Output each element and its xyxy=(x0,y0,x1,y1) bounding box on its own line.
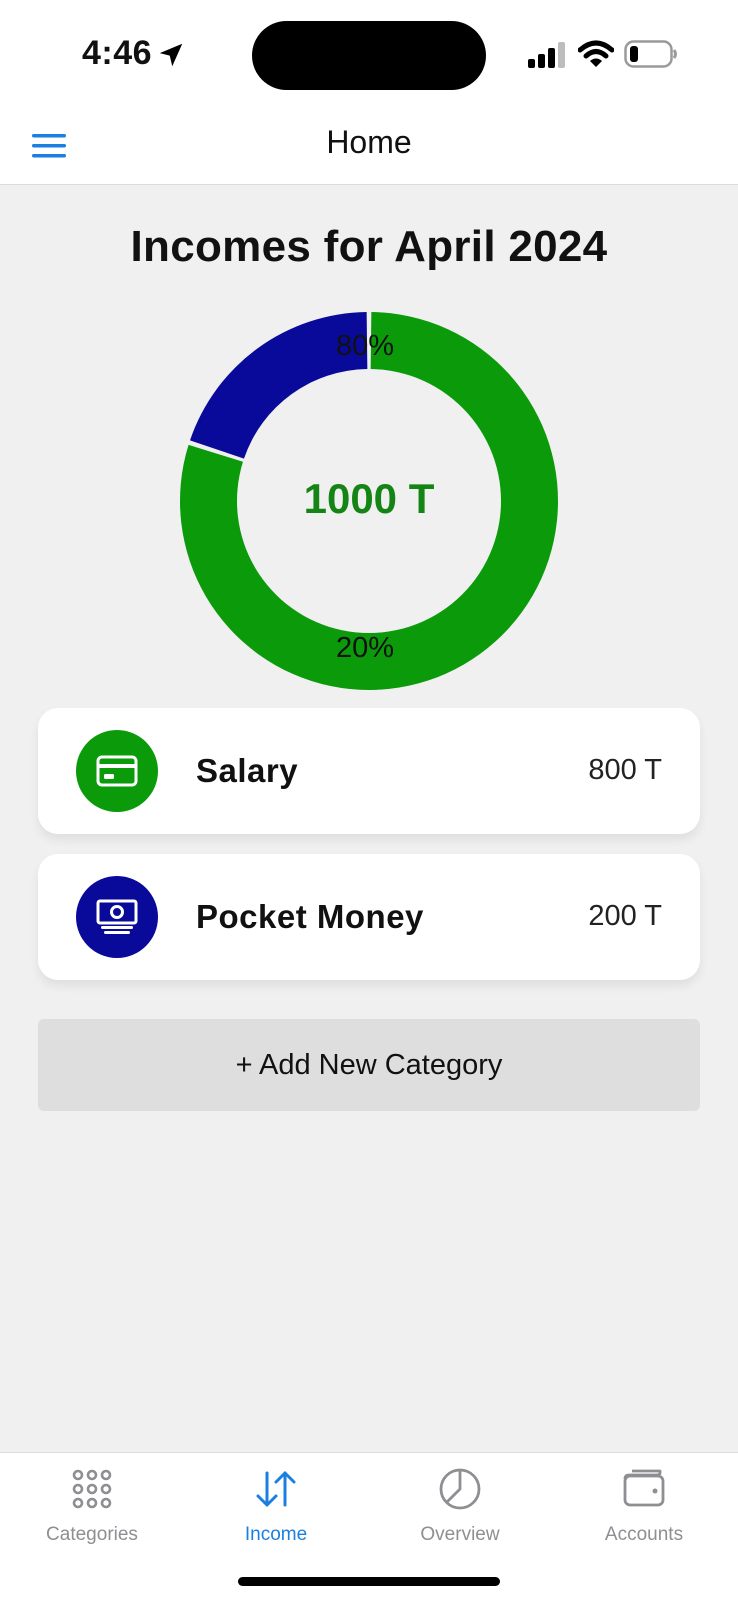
credit-card-icon xyxy=(96,755,138,787)
income-heading: Incomes for April 2024 xyxy=(130,222,608,271)
tab-label: Income xyxy=(244,1524,308,1545)
wifi-icon xyxy=(578,40,614,67)
pie-chart-icon xyxy=(439,1468,481,1510)
banknote-icon xyxy=(96,899,138,934)
tab-label: Overview xyxy=(420,1524,500,1545)
category-amount: 800 T xyxy=(588,754,662,786)
total-amount: 1000 T xyxy=(303,475,435,522)
home-indicator xyxy=(238,1577,500,1586)
page-title: Home xyxy=(326,124,412,160)
dynamic-island xyxy=(252,21,486,90)
wallet-icon xyxy=(623,1469,665,1507)
category-name: Pocket Money xyxy=(196,898,424,935)
add-category-button[interactable]: + Add New Category xyxy=(38,1019,700,1111)
category-name: Salary xyxy=(196,752,299,789)
status-time: 4:46 xyxy=(82,34,153,72)
navigation-bar: Home xyxy=(0,108,738,185)
arrows-up-down-icon xyxy=(256,1471,296,1507)
chart-label-top: 80% xyxy=(336,330,395,362)
tab-categories[interactable]: Categories xyxy=(0,1453,184,1563)
grid-icon xyxy=(72,1469,112,1509)
category-icon-circle xyxy=(76,876,158,958)
category-card-salary[interactable]: Salary 800 T xyxy=(38,708,700,834)
battery-icon xyxy=(624,40,677,68)
cellular-signal-icon xyxy=(528,42,565,68)
status-bar: 4:46 xyxy=(0,0,738,108)
tab-label: Categories xyxy=(46,1524,138,1545)
tab-label: Accounts xyxy=(604,1524,684,1545)
location-arrow-icon xyxy=(159,43,183,67)
category-icon-circle xyxy=(76,730,158,812)
tab-accounts[interactable]: Accounts xyxy=(552,1453,736,1563)
tab-income[interactable]: Income xyxy=(184,1453,368,1563)
chart-label-bottom: 20% xyxy=(336,632,395,664)
category-card-pocket-money[interactable]: Pocket Money 200 T xyxy=(38,854,700,980)
tab-overview[interactable]: Overview xyxy=(368,1453,552,1563)
category-amount: 200 T xyxy=(588,900,662,932)
